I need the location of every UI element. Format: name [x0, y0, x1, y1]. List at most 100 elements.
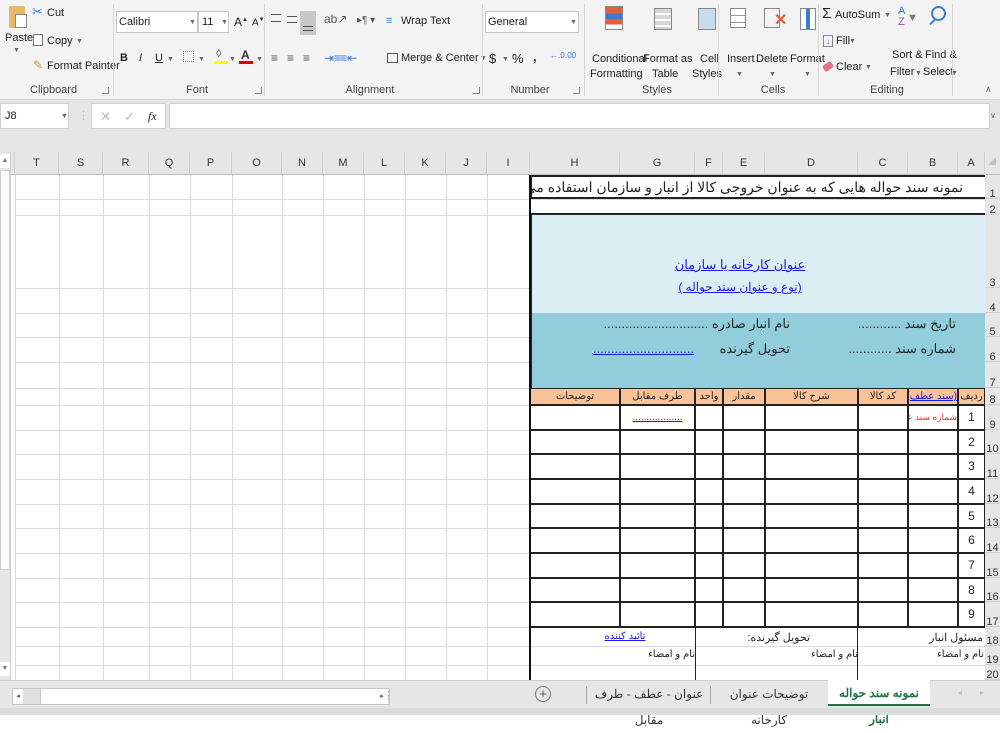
column-header-N[interactable]: N	[282, 152, 323, 175]
column-header-J[interactable]: J	[446, 152, 487, 175]
row-header-13[interactable]: 13	[985, 504, 1000, 528]
approver-label[interactable]: تائید کننده	[580, 631, 670, 642]
clipboard-dialog-launcher[interactable]	[102, 87, 109, 94]
insert-function-icon[interactable]: fx	[148, 109, 157, 124]
table-cell[interactable]	[530, 405, 620, 430]
percent-button[interactable]: %	[512, 51, 524, 66]
table-cell[interactable]	[765, 553, 858, 578]
table-cell[interactable]	[723, 578, 765, 602]
table-cell[interactable]	[695, 528, 723, 553]
scroll-left-icon[interactable]: ◂	[13, 689, 23, 704]
worksheet-grid[interactable]: ▲ ▼ TSRQPONMLKJIHGFEDCBA 1 2 3 4 5 6 7 8 9 10 11 12…	[0, 152, 1000, 680]
table-cell[interactable]	[908, 578, 958, 602]
column-header-O[interactable]: O	[232, 152, 282, 175]
table-header-cell[interactable]: مقدار	[723, 388, 765, 405]
row-number-cell[interactable]: 5	[958, 504, 985, 528]
table-cell[interactable]	[858, 405, 908, 430]
table-cell[interactable]	[620, 578, 695, 602]
row-number-cell[interactable]: 1	[958, 405, 985, 430]
table-cell[interactable]	[765, 528, 858, 553]
paste-button[interactable]: Paste ▼	[4, 4, 33, 68]
column-header-B[interactable]: B	[908, 152, 958, 175]
bold-button[interactable]: B	[120, 52, 128, 64]
table-cell[interactable]	[765, 479, 858, 504]
row-number-cell[interactable]: 9	[958, 602, 985, 627]
row-header-16[interactable]: 16	[985, 578, 1000, 602]
collapse-ribbon-icon[interactable]: ∧	[985, 84, 992, 95]
table-header-cell[interactable]: طرف مقابل	[620, 388, 695, 405]
column-header-M[interactable]: M	[323, 152, 364, 175]
delete-button[interactable]: ✕ Delete ▼	[756, 4, 790, 80]
table-cell[interactable]	[858, 430, 908, 454]
column-header-H[interactable]: H	[530, 152, 620, 175]
table-cell[interactable]	[723, 553, 765, 578]
table-cell[interactable]	[695, 454, 723, 479]
table-cell[interactable]	[765, 430, 858, 454]
scrollbar-thumb[interactable]	[0, 170, 10, 570]
align-left-icon[interactable]: ≡	[271, 51, 278, 65]
increase-indent-icon[interactable]: ≡⇤	[340, 51, 357, 65]
document-type[interactable]: (نوع و عنوان سند حواله )	[650, 280, 830, 294]
table-cell[interactable]	[858, 578, 908, 602]
table-cell[interactable]	[723, 430, 765, 454]
row-header-2[interactable]: 2	[985, 199, 1000, 215]
conditional-formatting-button[interactable]: Conditional Formatting	[590, 4, 647, 80]
table-cell[interactable]	[530, 479, 620, 504]
row-header-11[interactable]: 11	[985, 454, 1000, 479]
table-cell[interactable]	[695, 479, 723, 504]
row-header-10[interactable]: 10	[985, 430, 1000, 454]
table-cell[interactable]	[695, 553, 723, 578]
column-header-K[interactable]: K	[405, 152, 446, 175]
table-cell[interactable]	[858, 504, 908, 528]
table-cell[interactable]	[765, 405, 858, 430]
table-cell[interactable]	[530, 578, 620, 602]
row-header-4[interactable]: 4	[985, 288, 1000, 313]
expand-formula-icon[interactable]: ∨	[990, 111, 996, 120]
orientation-icon[interactable]: ab↗	[324, 12, 347, 26]
decrease-decimal-icon[interactable]: .00	[565, 51, 576, 60]
table-cell[interactable]	[695, 602, 723, 627]
table-cell[interactable]	[620, 479, 695, 504]
increase-decimal-icon[interactable]: ←.0	[550, 51, 565, 60]
underline-button[interactable]: U	[155, 52, 163, 64]
cell-styles-button[interactable]: Cell Styles	[688, 4, 726, 80]
align-top-icon[interactable]	[271, 14, 281, 22]
table-cell[interactable]	[695, 504, 723, 528]
company-title[interactable]: عنوان کارخانه یا سازمان	[650, 257, 830, 273]
number-format-select[interactable]: General ▼	[485, 11, 579, 33]
add-sheet-icon[interactable]: +	[535, 686, 551, 702]
find-select-button[interactable]: Find & Select ▼	[923, 4, 959, 80]
font-size-select[interactable]: 11 ▼	[198, 11, 229, 33]
table-cell[interactable]	[530, 430, 620, 454]
table-cell[interactable]	[723, 479, 765, 504]
font-color-icon[interactable]: A	[239, 48, 253, 64]
column-header-I[interactable]: I	[487, 152, 530, 175]
column-header-F[interactable]: F	[695, 152, 723, 175]
column-header-P[interactable]: P	[190, 152, 232, 175]
table-cell[interactable]	[908, 430, 958, 454]
table-cell[interactable]	[723, 602, 765, 627]
horizontal-scroll-thumb[interactable]	[40, 689, 376, 704]
row-header-20[interactable]: 20	[985, 665, 1000, 680]
table-header-cell[interactable]: شرح کالا	[765, 388, 858, 405]
table-cell[interactable]	[530, 553, 620, 578]
align-bottom-icon[interactable]	[300, 11, 316, 35]
table-cell[interactable]	[620, 454, 695, 479]
table-cell[interactable]	[695, 578, 723, 602]
name-box[interactable]: J8 ▼	[0, 103, 69, 129]
reference-note[interactable]: شماره سند عطف	[908, 405, 958, 430]
italic-button[interactable]: I	[139, 52, 142, 64]
column-header-L[interactable]: L	[364, 152, 405, 175]
fill-color-icon[interactable]: ◊	[214, 48, 228, 64]
row-header-14[interactable]: 14	[985, 528, 1000, 553]
table-cell[interactable]	[765, 578, 858, 602]
table-cell[interactable]	[620, 430, 695, 454]
table-cell[interactable]	[908, 454, 958, 479]
tab-scroll-left-icon[interactable]: ◂	[958, 688, 962, 697]
vertical-scrollbar[interactable]: ▲ ▼	[0, 152, 11, 680]
row-number-cell[interactable]: 7	[958, 553, 985, 578]
row-number-cell[interactable]: 4	[958, 479, 985, 504]
format-as-table-button[interactable]: Format as Table	[642, 4, 693, 80]
table-cell[interactable]	[858, 553, 908, 578]
document-date[interactable]: تاریخ سند ............	[838, 316, 956, 332]
